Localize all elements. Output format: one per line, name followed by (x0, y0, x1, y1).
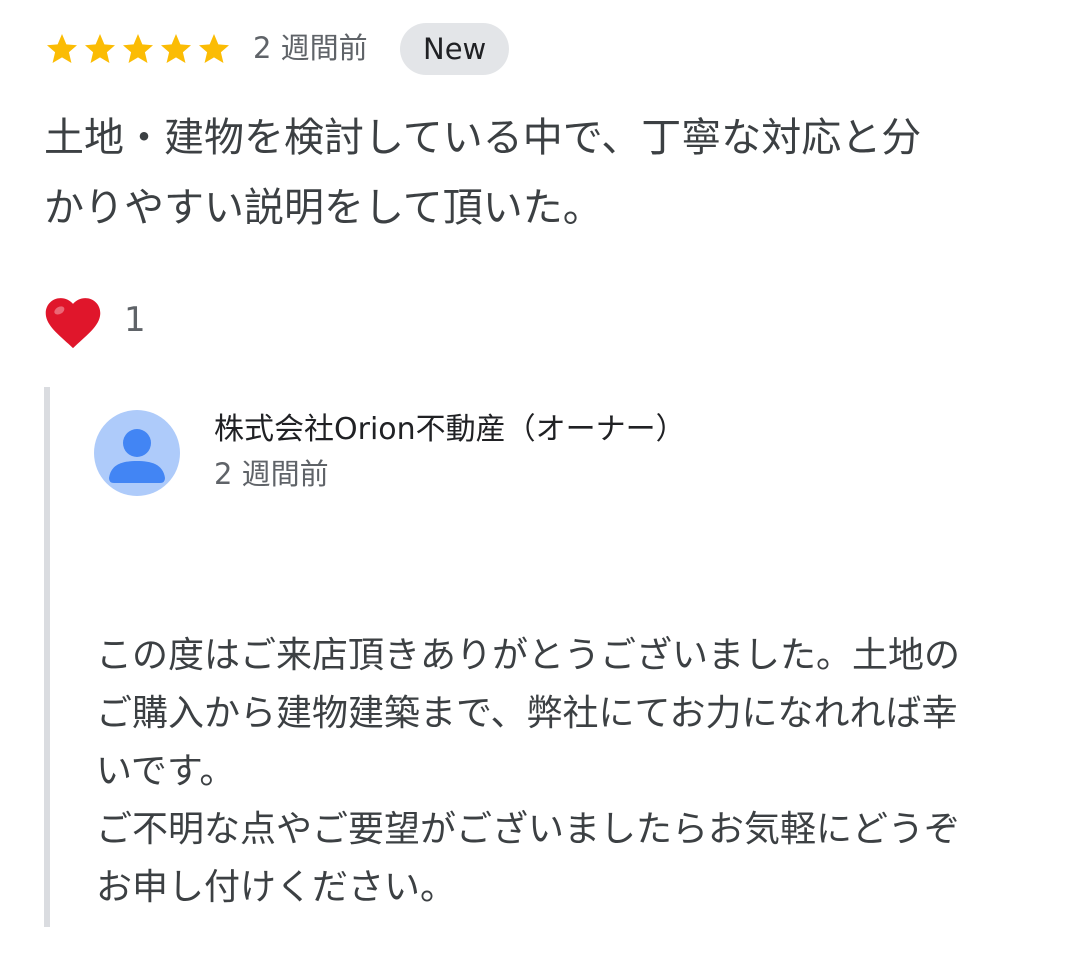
owner-reply-time: 2 週間前 (214, 457, 329, 491)
star-icon (85, 34, 115, 63)
person-avatar-icon (94, 410, 180, 496)
owner-reply-text: この度はご来店頂きありがとうございました。土地の ご購入から建物建築まで、弊社に… (96, 635, 961, 908)
reply-divider-bar (44, 387, 50, 927)
owner-avatar[interactable] (94, 410, 180, 496)
star-icon (199, 34, 229, 63)
star-icon (161, 34, 191, 63)
heart-icon (45, 298, 101, 349)
star-icon (47, 34, 77, 63)
like-button[interactable] (40, 290, 106, 350)
review-time: 2 週間前 (253, 31, 368, 65)
review-text: 土地・建物を検討している中で、丁寧な対応と分 かりやすい説明をして頂いた。 (44, 115, 922, 231)
star-icon (123, 34, 153, 63)
like-count: 1 (124, 300, 146, 340)
owner-name: 株式会社Orion不動産（オーナー） (214, 412, 686, 447)
star-rating (44, 30, 232, 68)
new-badge: New (400, 23, 510, 75)
